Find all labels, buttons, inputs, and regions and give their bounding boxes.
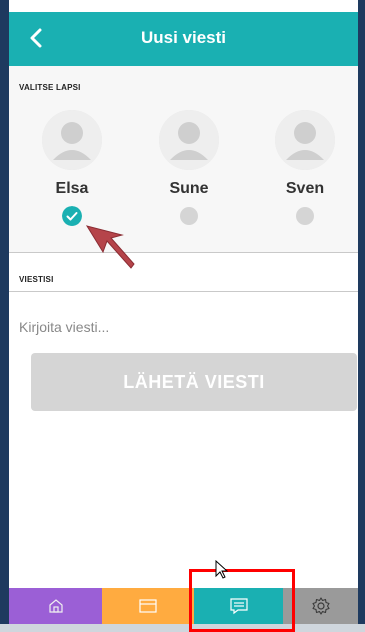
check-circle-icon[interactable]: [62, 206, 82, 226]
child-name: Sven: [285, 180, 325, 197]
child-name: Sune: [169, 180, 209, 197]
message-input[interactable]: [9, 312, 358, 342]
child-option-sven[interactable]: Sven: [269, 110, 341, 226]
annotation-arrow-icon: [85, 225, 135, 269]
window-frame-left: [0, 0, 9, 632]
child-option-elsa[interactable]: Elsa: [36, 110, 108, 226]
avatar-icon: [42, 110, 102, 170]
message-section-label: VIESTISI: [19, 275, 54, 284]
child-select-section: VALITSE LAPSI Elsa Sune Sven: [9, 66, 358, 253]
message-section-header: VIESTISI: [9, 272, 358, 292]
avatar-icon: [159, 110, 219, 170]
gear-icon: [311, 597, 330, 615]
window-frame-right: [358, 0, 365, 632]
annotation-highlight-box: [189, 569, 295, 632]
child-option-sune[interactable]: Sune: [153, 110, 225, 226]
tab-home[interactable]: [9, 588, 102, 624]
radio-unselected-icon[interactable]: [179, 206, 199, 226]
mouse-pointer-icon: [215, 560, 229, 579]
app-screen: Uusi viesti VALITSE LAPSI Elsa Sune Sven…: [9, 12, 358, 624]
child-select-label: VALITSE LAPSI: [19, 83, 81, 92]
bottom-tab-bar: [9, 588, 358, 624]
window-frame-bottom: [0, 624, 365, 632]
header-bar: Uusi viesti: [9, 12, 358, 66]
home-icon: [48, 599, 63, 613]
avatar-icon: [275, 110, 335, 170]
send-message-button[interactable]: LÄHETÄ VIESTI: [31, 353, 357, 411]
child-name: Elsa: [55, 180, 89, 197]
calendar-icon: [139, 599, 157, 613]
window-frame-top: [0, 0, 365, 12]
radio-unselected-icon[interactable]: [295, 206, 315, 226]
tab-calendar[interactable]: [102, 588, 194, 624]
page-title: Uusi viesti: [140, 28, 227, 47]
